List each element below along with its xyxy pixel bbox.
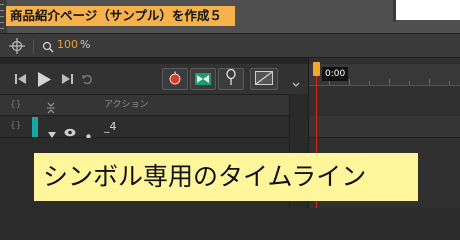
pin-icon	[226, 68, 236, 89]
play-icon[interactable]	[36, 64, 52, 94]
edit-bar-divider	[33, 39, 34, 54]
edit-multiple-frames-button[interactable]	[250, 68, 278, 90]
playhead-handle[interactable]	[313, 62, 320, 76]
pin-button[interactable]	[218, 68, 244, 90]
loop-icon[interactable]	[80, 64, 94, 94]
onion-skin-button[interactable]	[162, 68, 188, 90]
layer-header: {} アクション	[0, 94, 308, 116]
current-time-label: 0:00	[322, 67, 349, 81]
braces-icon: {}	[10, 121, 22, 131]
center-frame-icon	[195, 70, 211, 89]
layer-header-action-label: アクション	[104, 100, 149, 110]
caption-label: シンボル専用のタイムライン	[34, 153, 418, 201]
crosshair-target-icon[interactable]	[9, 38, 25, 54]
layer-name[interactable]: _4	[104, 118, 117, 136]
center-frame-button[interactable]	[190, 68, 216, 90]
onion-skin-apple-icon	[168, 70, 182, 89]
skip-to-end-icon[interactable]	[60, 64, 74, 94]
skip-to-start-icon[interactable]	[14, 64, 28, 94]
frame-row[interactable]	[309, 116, 460, 138]
zoom-unit: %	[80, 38, 91, 51]
layer-color-tag	[32, 117, 38, 137]
panel-menu-chevron-icon[interactable]	[290, 78, 302, 92]
edit-multiple-frames-icon	[255, 70, 273, 89]
zoom-value[interactable]: 100	[57, 37, 78, 53]
stage-canvas[interactable]	[396, 0, 460, 20]
magnifier-icon[interactable]	[42, 39, 54, 53]
braces-icon: {}	[10, 100, 22, 110]
layer-row[interactable]: {}	[0, 116, 308, 139]
timeline-controls	[0, 64, 308, 94]
document-title-banner: 商品紹介ページ（サンプル）を作成５	[6, 6, 235, 26]
